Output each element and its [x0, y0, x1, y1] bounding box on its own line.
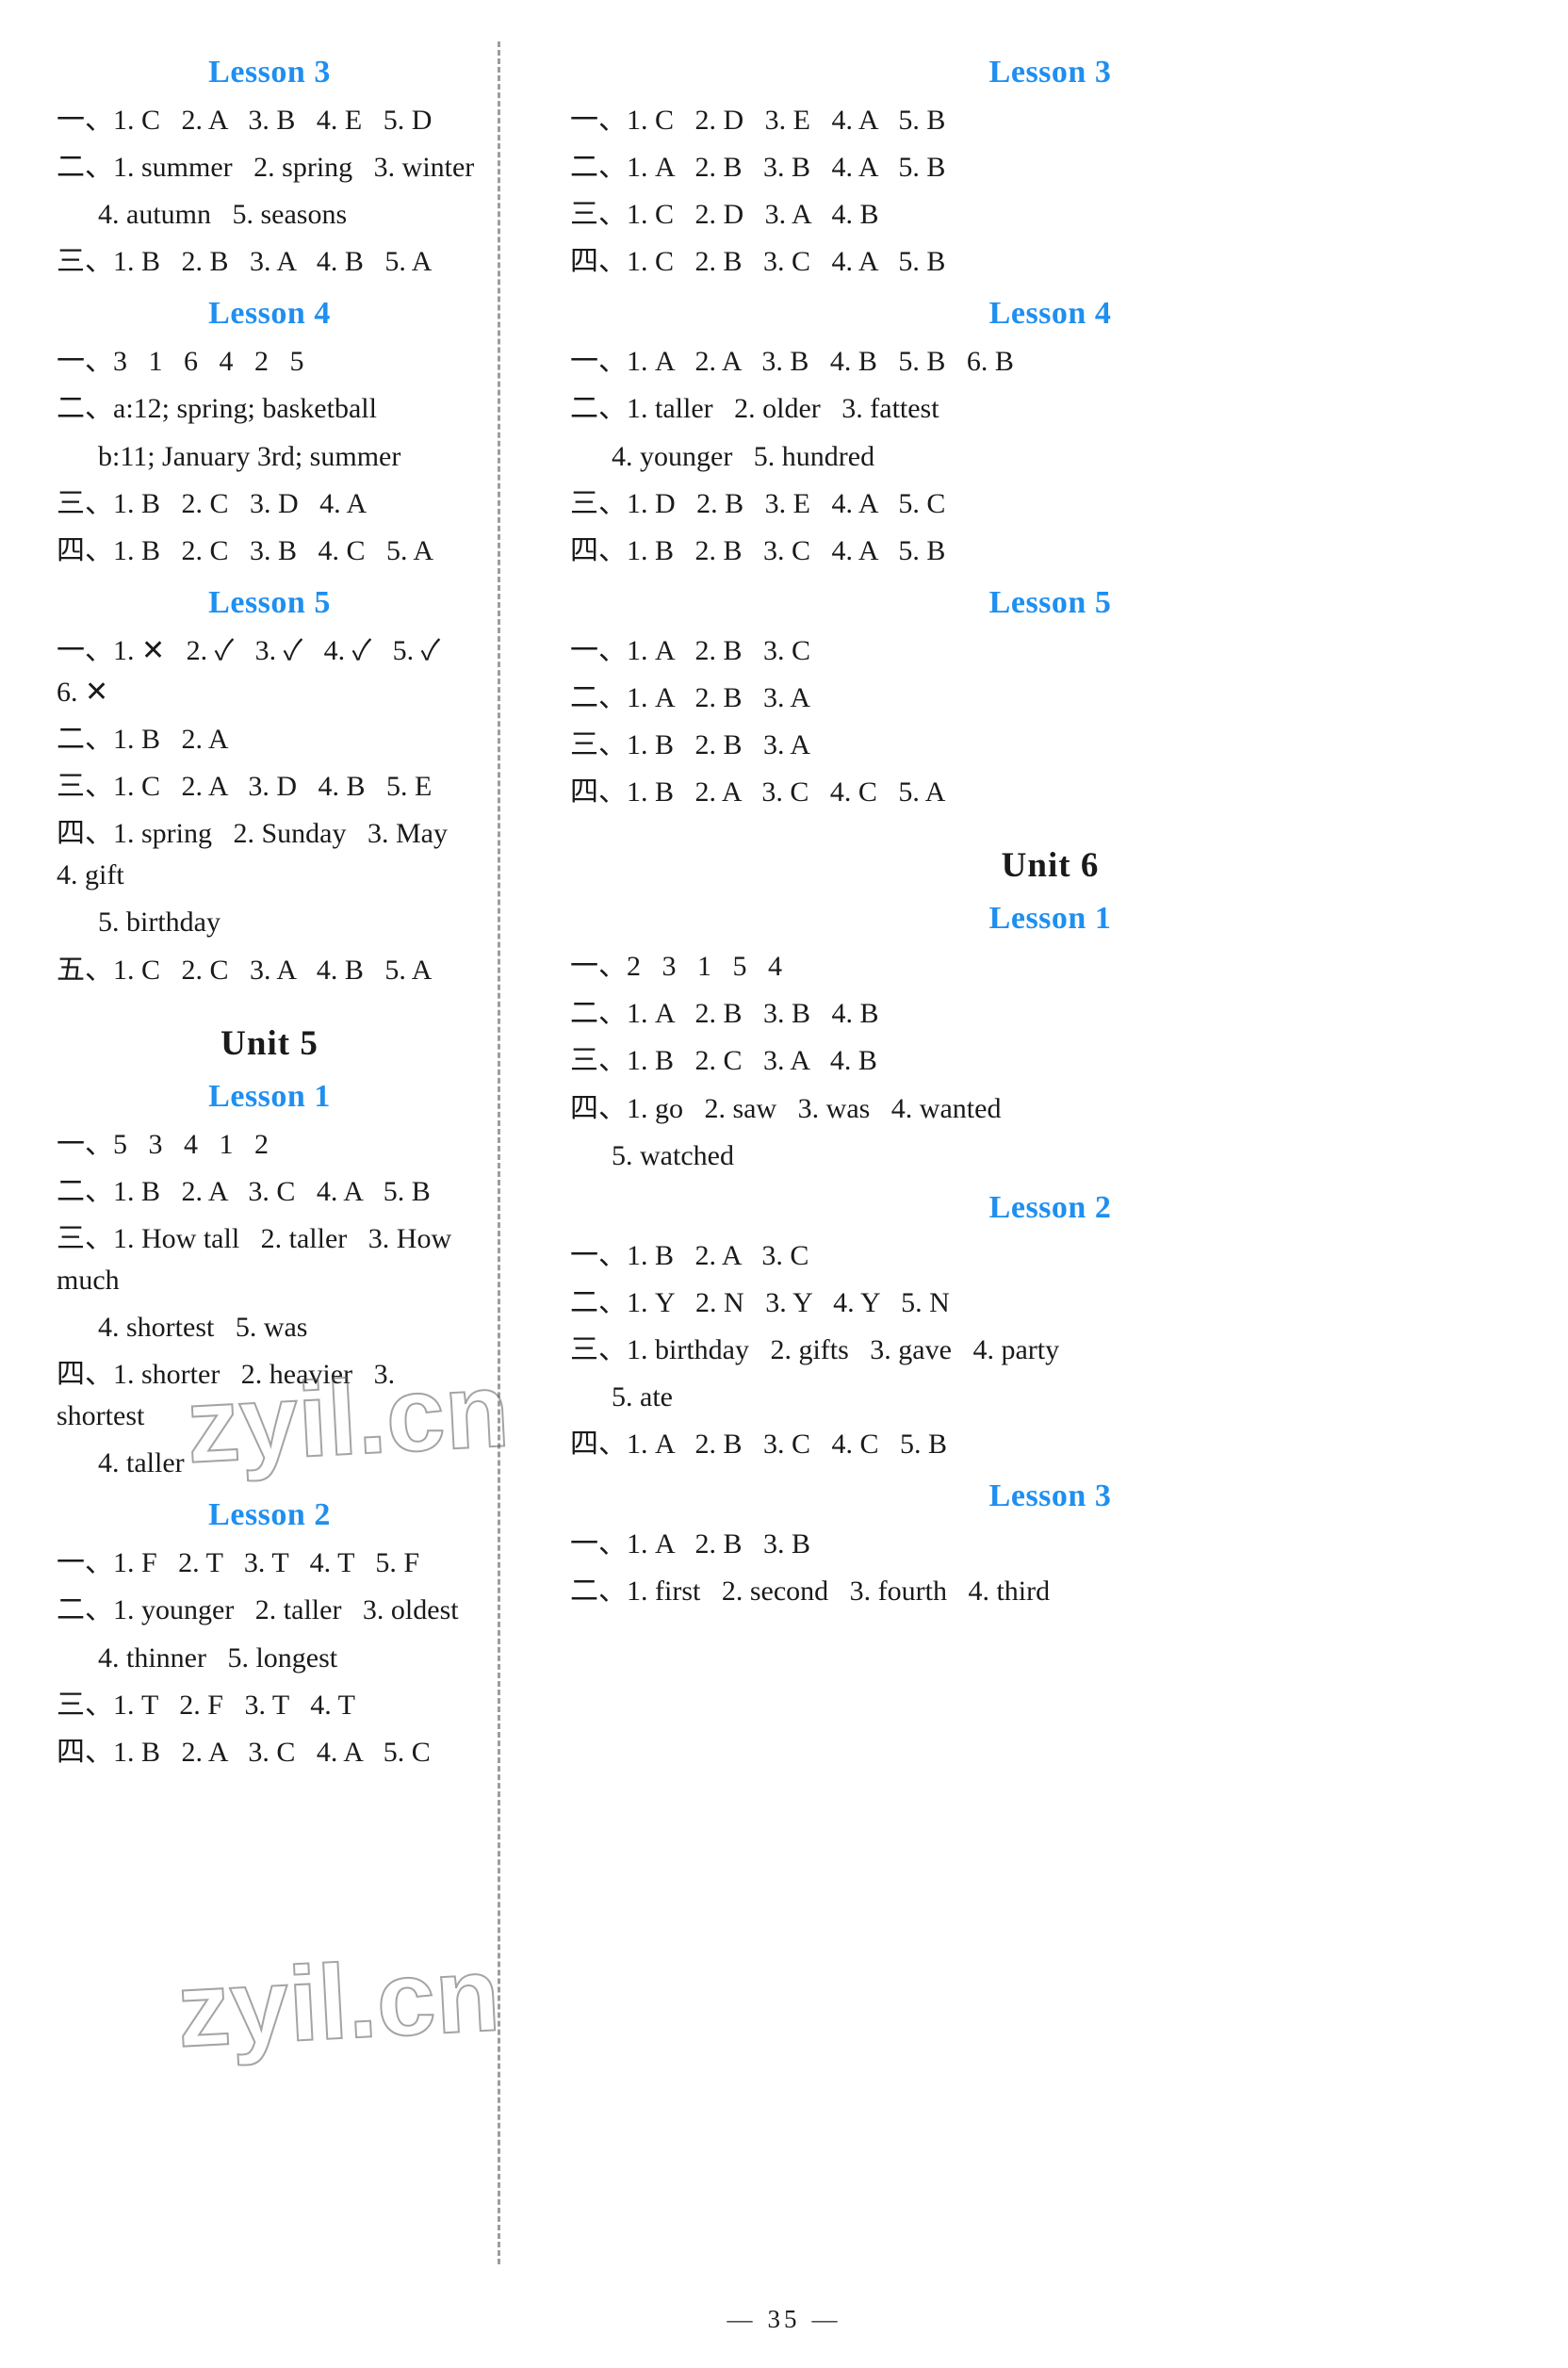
answer-line: 二、1. B 2. A 3. C 4. A 5. B: [57, 1175, 431, 1207]
answer-line: 一、1. A 2. B 3. C: [570, 634, 811, 666]
answer-line: 一、5 3 4 1 2: [57, 1128, 269, 1160]
answer-line: 一、2 3 1 5 4: [570, 951, 782, 983]
lesson-heading: Lesson 2: [988, 1189, 1112, 1225]
answer-line: 一、1. A 2. A 3. B 4. B 5. B 6. B: [570, 346, 1014, 378]
answer-line: 四、1. go 2. saw 3. was 4. wanted: [570, 1092, 1002, 1124]
unit-heading: Unit 6: [1001, 846, 1100, 886]
answer-line: 二、1. first 2. second 3. fourth 4. third: [570, 1576, 1051, 1608]
answer-line: 四、1. B 2. A 3. C 4. C 5. A: [570, 776, 946, 808]
answer-line: 二、a:12; spring; basketball: [57, 393, 377, 425]
answer-line: 二、1. A 2. B 3. B 4. B: [570, 998, 879, 1030]
lesson-heading: Lesson 4: [208, 296, 331, 332]
answer-line: 一、1. C 2. D 3. E 4. A 5. B: [570, 105, 946, 136]
answer-line: 二、1. B 2. A: [57, 724, 229, 756]
answer-line: 4. thinner 5. longest: [98, 1641, 338, 1674]
answer-line: b:11; January 3rd; summer: [98, 440, 401, 472]
lesson-heading: Lesson 5: [988, 584, 1112, 620]
page-footer: — 35 —: [0, 2305, 1568, 2334]
answer-line: 四、1. shorter 2. heavier 3. shortest: [57, 1359, 402, 1432]
answer-line: 五、1. C 2. C 3. A 4. B 5. A: [57, 954, 433, 986]
answer-line: 四、1. A 2. B 3. C 4. C 5. B: [570, 1429, 948, 1461]
answer-line: 二、1. summer 2. spring 3. winter: [57, 152, 475, 184]
answer-line: 二、1. A 2. B 3. B 4. A 5. B: [570, 152, 946, 184]
answer-line: 四、1. B 2. C 3. B 4. C 5. A: [57, 534, 434, 566]
lesson-heading: Lesson 3: [208, 55, 331, 90]
answer-line: 二、1. taller 2. older 3. fattest: [570, 393, 939, 425]
answer-line: 一、1. B 2. A 3. C: [570, 1239, 809, 1271]
lesson-heading: Lesson 5: [208, 584, 331, 620]
lesson-heading: Lesson 1: [988, 901, 1112, 937]
answer-line: 二、1. younger 2. taller 3. oldest: [57, 1594, 459, 1626]
answer-line: 5. ate: [612, 1380, 673, 1413]
answer-line: 二、1. Y 2. N 3. Y 4. Y 5. N: [570, 1286, 950, 1318]
answer-line: 四、1. C 2. B 3. C 4. A 5. B: [570, 246, 946, 278]
answer-line: 三、1. T 2. F 3. T 4. T: [57, 1689, 355, 1721]
page-number: 35: [767, 2305, 801, 2333]
answer-line: 一、1. A 2. B 3. B: [570, 1528, 811, 1560]
answer-line: 三、1. D 2. B 3. E 4. A 5. C: [570, 487, 946, 519]
answer-line: 三、1. B 2. C 3. A 4. B: [570, 1045, 877, 1077]
lesson-heading: Lesson 1: [208, 1078, 331, 1114]
answer-line: 4. younger 5. hundred: [612, 440, 875, 472]
lesson-heading: Lesson 3: [988, 55, 1112, 90]
answer-line: 三、1. B 2. C 3. D 4. A: [57, 487, 368, 519]
answer-line: 三、1. birthday 2. gifts 3. gave 4. party: [570, 1333, 1060, 1365]
column-divider: [498, 41, 504, 2264]
answer-key-page: Lesson 3 一、1. C 2. A 3. B 4. E 5. D 二、1. s…: [0, 0, 1568, 2368]
lesson-heading: Lesson 3: [988, 1478, 1112, 1514]
answer-line: 5. birthday: [98, 906, 220, 939]
answer-line: 一、3 1 6 4 2 5: [57, 346, 304, 378]
answer-line: 一、1. ✕ 2. ✓ 3. ✓ 4. ✓ 5. ✓ 6. ✕: [57, 634, 462, 708]
footer-dash-right: —: [811, 2305, 841, 2333]
answer-line: 4. autumn 5. seasons: [98, 199, 348, 231]
footer-dash-left: —: [727, 2305, 757, 2333]
answer-line: 三、1. C 2. D 3. A 4. B: [570, 199, 879, 231]
answer-line: 一、1. C 2. A 3. B 4. E 5. D: [57, 105, 433, 136]
answer-line: 三、1. C 2. A 3. D 4. B 5. E: [57, 771, 433, 803]
left-column: Lesson 3 一、1. C 2. A 3. B 4. E 5. D 二、1. s…: [0, 41, 498, 2264]
answer-line: 四、1. B 2. A 3. C 4. A 5. C: [57, 1736, 431, 1768]
answer-line: 三、1. How tall 2. taller 3. How much: [57, 1222, 459, 1296]
right-column: Lesson 3 一、1. C 2. D 3. E 4. A 5. B 二、1. A…: [504, 41, 1568, 2264]
lesson-heading: Lesson 2: [208, 1497, 331, 1533]
two-column-layout: Lesson 3 一、1. C 2. A 3. B 4. E 5. D 二、1. s…: [0, 41, 1568, 2264]
answer-line: 4. shortest 5. was: [98, 1311, 308, 1343]
answer-line: 5. watched: [612, 1139, 734, 1171]
answer-line: 一、1. F 2. T 3. T 4. T 5. F: [57, 1547, 420, 1579]
answer-line: 四、1. spring 2. Sunday 3. May 4. gift: [57, 818, 469, 891]
answer-line: 三、1. B 2. B 3. A 4. B 5. A: [57, 246, 433, 278]
answer-line: 四、1. B 2. B 3. C 4. A 5. B: [570, 534, 946, 566]
lesson-heading: Lesson 4: [988, 296, 1112, 332]
unit-heading: Unit 5: [220, 1023, 318, 1063]
answer-line: 4. taller: [98, 1447, 185, 1479]
answer-line: 二、1. A 2. B 3. A: [570, 681, 811, 713]
answer-line: 三、1. B 2. B 3. A: [570, 729, 811, 761]
